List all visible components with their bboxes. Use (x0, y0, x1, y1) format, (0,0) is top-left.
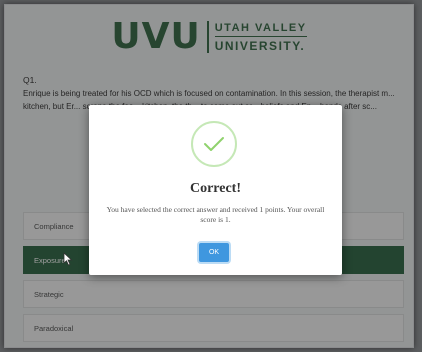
mouse-cursor-icon (63, 252, 73, 266)
check-icon (191, 121, 237, 167)
dialog-message: You have selected the correct answer and… (106, 205, 325, 224)
dialog-title: Correct! (189, 181, 242, 196)
quiz-window: UVU UTAH VALLEY UNIVERSITY. Q1. Enrique … (4, 4, 414, 348)
ok-button[interactable]: OK (199, 243, 229, 262)
check-mark-icon (204, 137, 224, 151)
result-dialog: Correct! You have selected the correct a… (89, 105, 342, 275)
